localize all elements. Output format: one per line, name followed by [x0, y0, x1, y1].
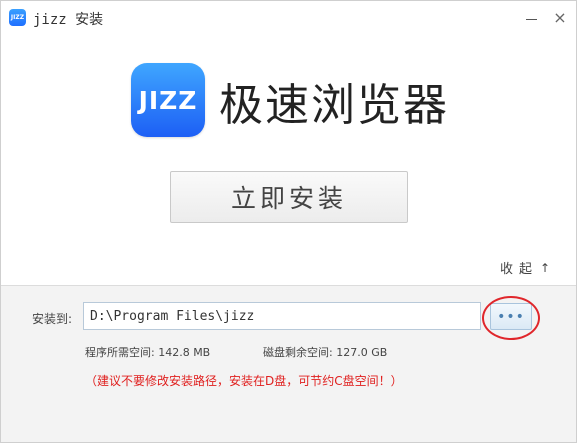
install-options-panel: 安装到: ••• 程序所需空间: 142.8 MB 磁盘剩余空间: 127.0 …: [1, 285, 576, 442]
arrow-up-icon: ↑: [540, 260, 551, 275]
minimize-button[interactable]: [518, 5, 544, 29]
title-bar: JIZZ jizz 安装 ×: [1, 1, 576, 35]
collapse-label: 收起: [500, 262, 539, 277]
brand-logo: JIZZ: [131, 63, 205, 137]
install-path-input[interactable]: [83, 302, 481, 330]
installer-window: JIZZ jizz 安装 × JIZZ 极速浏览器 立即安装 收起 ↑ 安装到:…: [0, 0, 577, 443]
install-now-button[interactable]: 立即安装: [170, 171, 408, 223]
browse-button[interactable]: •••: [490, 303, 532, 330]
free-space-text: 磁盘剩余空间: 127.0 GB: [263, 346, 388, 359]
close-icon: ×: [553, 7, 567, 27]
app-icon: JIZZ: [9, 9, 26, 26]
minimize-icon: [525, 18, 537, 20]
required-space-text: 程序所需空间: 142.8 MB: [85, 346, 211, 359]
brand-name: 极速浏览器: [219, 80, 449, 131]
more-dots-icon: •••: [497, 308, 525, 325]
install-path-label: 安装到:: [32, 312, 73, 326]
window-title: jizz 安装: [33, 12, 104, 28]
path-warning-text: （建议不要修改安装路径，安装在D盘，可节约C盘空间！）: [85, 374, 403, 388]
collapse-toggle[interactable]: 收起 ↑: [500, 258, 551, 278]
close-button[interactable]: ×: [547, 5, 573, 29]
